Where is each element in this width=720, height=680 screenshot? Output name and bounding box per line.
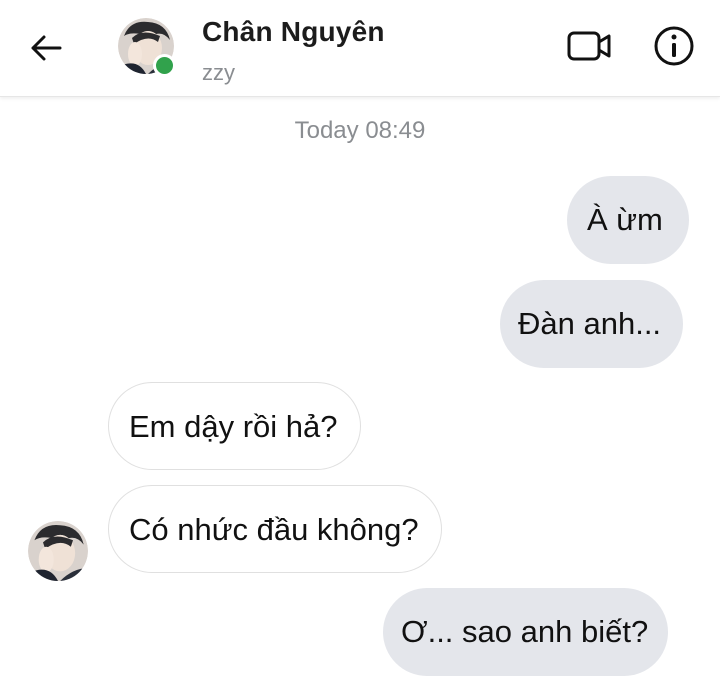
message-timestamp: Today 08:49 — [294, 117, 426, 144]
message-bubble-incoming[interactable]: Em dậy rồi hả? — [108, 382, 361, 470]
message-bubble-outgoing[interactable]: Ơ... sao anh biết? — [383, 588, 669, 676]
info-icon — [653, 25, 695, 72]
video-call-button[interactable] — [562, 26, 618, 70]
back-button[interactable] — [22, 28, 70, 72]
chat-header: Chân Nguyên zzy — [0, 0, 720, 97]
contact-name[interactable]: Chân Nguyên — [202, 16, 385, 48]
message-bubble-outgoing[interactable]: Đàn anh... — [500, 280, 684, 368]
video-camera-icon — [567, 30, 613, 67]
arrow-left-icon — [29, 34, 63, 67]
sender-avatar[interactable] — [28, 521, 88, 581]
contact-status: zzy — [202, 60, 235, 85]
online-status-indicator — [153, 54, 176, 77]
info-button[interactable] — [650, 24, 698, 72]
message-bubble-incoming[interactable]: Có nhức đầu không? — [108, 485, 442, 573]
message-bubble-outgoing[interactable]: À ừm — [567, 176, 689, 264]
